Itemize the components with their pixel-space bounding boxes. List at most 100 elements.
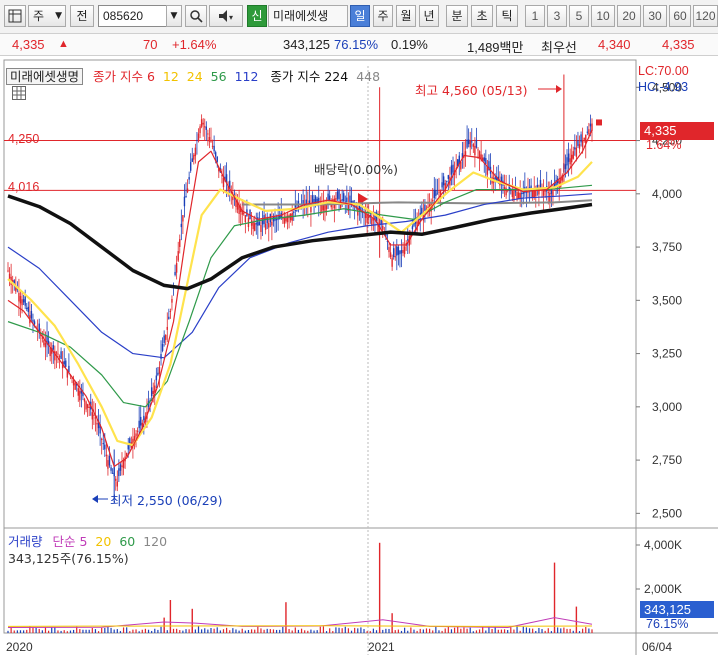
candle-body [466, 139, 468, 148]
candle-body [296, 209, 298, 211]
candle-body [107, 460, 109, 469]
period-year[interactable]: 년 [419, 5, 439, 27]
volume-bar [232, 628, 234, 633]
count-3[interactable]: 3 [547, 5, 567, 27]
volume-bar [522, 626, 524, 633]
volume-bar [325, 631, 328, 633]
volume-bar [129, 631, 131, 633]
period-tick[interactable]: 틱 [496, 5, 518, 27]
candle-body [158, 366, 161, 374]
volume-title: 거래량 [8, 534, 43, 549]
volume-bar [338, 627, 340, 633]
ask-price: 4,340 [598, 37, 631, 52]
candle-body [547, 192, 549, 194]
period-second[interactable]: 초 [471, 5, 493, 27]
candle-body [452, 164, 454, 173]
volume-bar [535, 630, 537, 633]
candle-body [136, 430, 139, 432]
dividend-annotation: 배당락(0.00%) [314, 162, 398, 177]
count-120[interactable]: 120 [693, 5, 718, 27]
volume-bar [216, 627, 218, 633]
candle-body [205, 126, 208, 130]
candle-body [336, 191, 339, 199]
candle-body [583, 137, 585, 140]
volume-bar [41, 630, 43, 633]
up-arrow-icon: ▲ [58, 38, 69, 50]
count-60[interactable]: 60 [669, 5, 691, 27]
candle-body [72, 380, 75, 386]
best-quote-label: 최우선 [541, 40, 577, 55]
candle-body [211, 145, 214, 147]
volume-bar [122, 627, 125, 633]
candle-body [527, 191, 529, 193]
count-5[interactable]: 5 [569, 5, 589, 27]
candle-body [166, 326, 168, 330]
low-annotation: 최저 2,550 (06/29) [110, 493, 223, 508]
volume-bar [141, 629, 143, 633]
volume-bar [485, 630, 487, 633]
volume-bar [582, 628, 584, 633]
count-20[interactable]: 20 [617, 5, 641, 27]
count-1[interactable]: 1 [525, 5, 545, 27]
candle-body [485, 158, 487, 164]
volume-bar [219, 630, 221, 633]
candle-body [85, 401, 87, 410]
turnover-rate: 0.19% [391, 37, 428, 52]
period-minute[interactable]: 분 [446, 5, 468, 27]
code-dropdown-icon[interactable]: ▼ [166, 5, 182, 27]
total-button[interactable]: 전 [70, 5, 94, 27]
volume-bar [547, 628, 549, 633]
candle-body [197, 133, 200, 142]
candle-body [250, 220, 253, 226]
volume-bar [291, 630, 293, 633]
volume-bar [432, 630, 434, 633]
candle-body [341, 199, 343, 201]
volume-bar [400, 630, 403, 633]
search-icon[interactable] [185, 5, 207, 27]
volume-bar [66, 631, 68, 633]
volume-spike-bar [191, 608, 193, 633]
count-30[interactable]: 30 [643, 5, 667, 27]
candle-body [371, 218, 373, 225]
volume-bar [160, 626, 162, 633]
volume-bar [222, 629, 225, 633]
candle-body [21, 299, 23, 306]
candle-body [214, 152, 217, 157]
grid-menu-icon[interactable] [4, 5, 26, 27]
candle-body [474, 145, 476, 156]
volume-bar [404, 627, 406, 633]
candle-body [275, 219, 278, 221]
period-day[interactable]: 일 [350, 5, 370, 27]
volume-bar [585, 627, 587, 633]
candle-body [571, 154, 573, 163]
candle-body [372, 219, 375, 221]
candle-body [207, 133, 209, 135]
new-label: 신 [251, 9, 263, 23]
volume-bar [235, 629, 237, 633]
candle-body [366, 215, 368, 223]
speaker-icon[interactable]: ▾ [209, 5, 243, 27]
candle-body [391, 257, 393, 267]
volume-bar [544, 630, 546, 633]
candle-body [433, 189, 435, 199]
total-label: 전 [76, 9, 88, 23]
volume-bar [507, 630, 509, 633]
candle-body [208, 137, 211, 142]
period-week[interactable]: 주 [373, 5, 393, 27]
market-select[interactable]: 주 ▼ [28, 5, 66, 27]
chart-area[interactable]: 4,500 4,250 4,000 3,750 3,500 3,250 3,000 2,750… [0, 58, 718, 655]
table-toggle-icon[interactable] [12, 86, 26, 100]
volume-bar [207, 629, 209, 633]
candle-body [32, 319, 34, 322]
volume-bar [97, 631, 100, 633]
count-10[interactable]: 10 [591, 5, 615, 27]
candle-body [575, 147, 578, 157]
volume-bar [166, 630, 168, 633]
period-month[interactable]: 월 [396, 5, 416, 27]
legend-ma6: 종가 지수 6 [93, 69, 155, 84]
volume-bar [388, 628, 390, 633]
candle-body [283, 217, 286, 224]
volume-ratio: 76.15% [334, 37, 379, 52]
volume-bar [566, 628, 568, 633]
volume-bar [297, 629, 300, 633]
